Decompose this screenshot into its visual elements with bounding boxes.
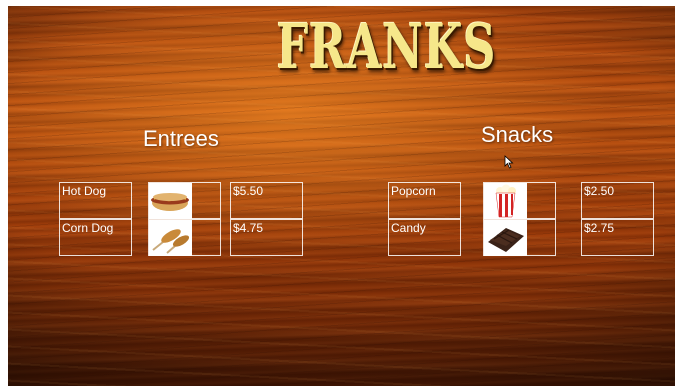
menu-item-image[interactable] [483, 182, 556, 219]
franks-logo: FRANKS [276, 10, 497, 83]
menu-item-price[interactable]: $2.75 [581, 219, 654, 256]
menu-item-name[interactable]: Popcorn [388, 182, 461, 219]
corn-dog-icon [149, 220, 192, 256]
menu-item-image[interactable] [148, 182, 221, 219]
menu-item-name[interactable]: Corn Dog [59, 219, 132, 256]
popcorn-icon [484, 183, 527, 219]
menu-item-name[interactable]: Candy [388, 219, 461, 256]
menu-item-price[interactable]: $5.50 [230, 182, 303, 219]
menu-item-image[interactable] [483, 219, 556, 256]
entrees-heading: Entrees [143, 126, 219, 151]
snacks-heading: Snacks [481, 122, 554, 147]
menu-item-price[interactable]: $2.50 [581, 182, 654, 219]
menu-item-name[interactable]: Hot Dog [59, 182, 132, 219]
hot-dog-icon [149, 183, 192, 219]
menu-item-image[interactable] [148, 219, 221, 256]
menu-item-price[interactable]: $4.75 [230, 219, 303, 256]
candy-icon [484, 220, 527, 256]
